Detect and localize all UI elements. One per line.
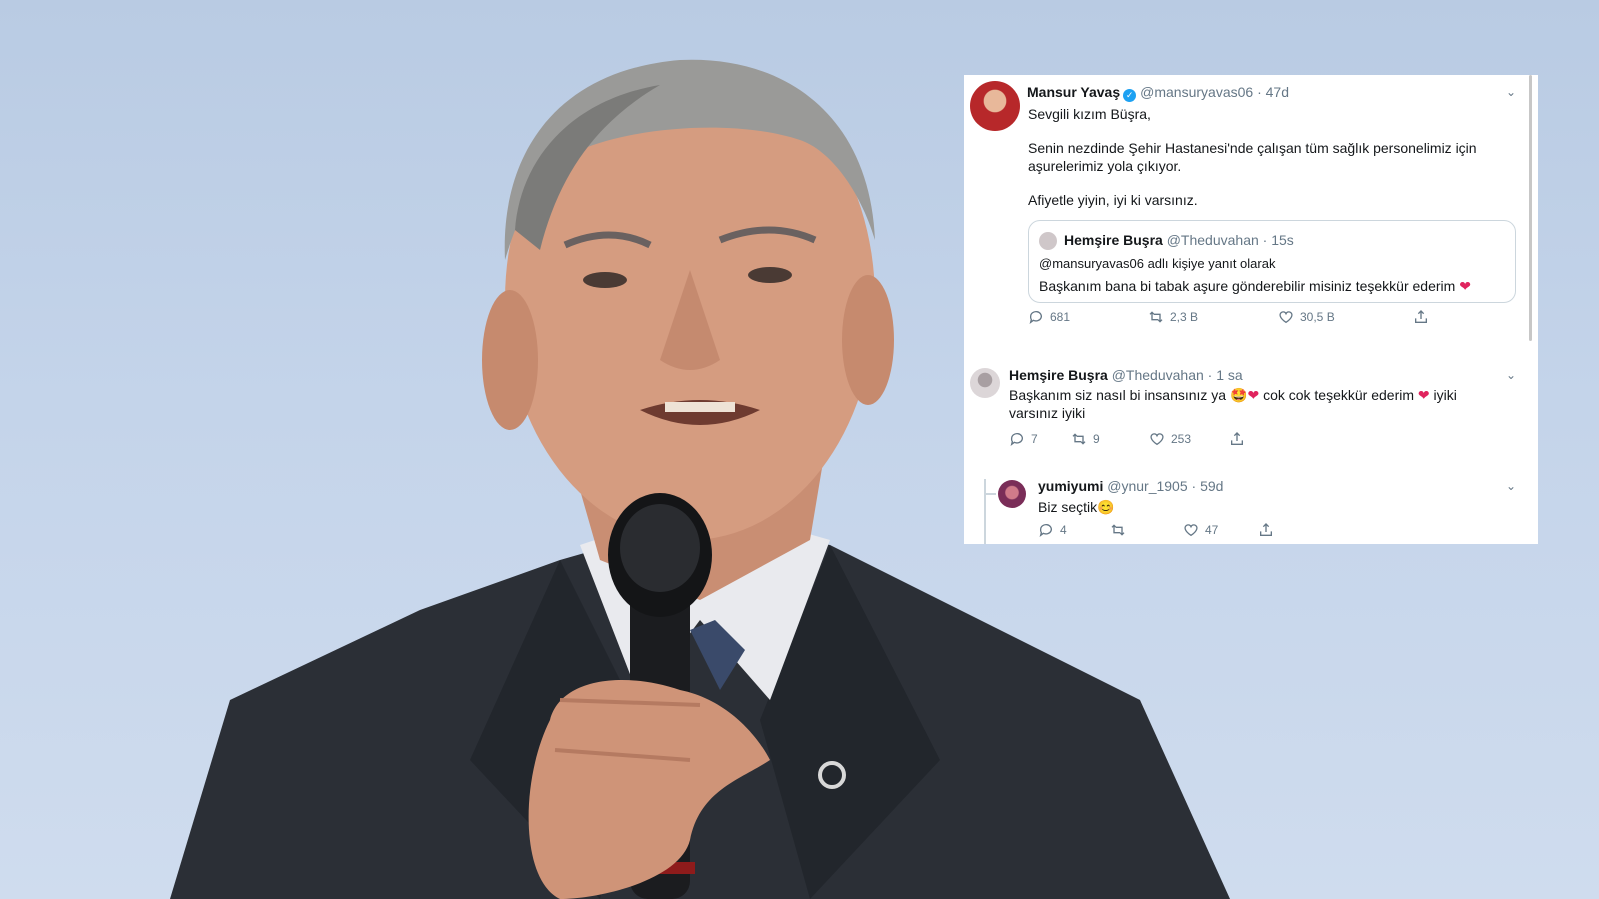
author-handle[interactable]: @Theduvahan (1112, 367, 1204, 383)
reply-tweet[interactable]: Hemşire Buşra @Theduvahan · 1 sa ⌄ Başka… (964, 360, 1538, 455)
reply-count: 7 (1031, 432, 1038, 446)
share-button[interactable] (1229, 431, 1245, 447)
avatar[interactable] (970, 368, 1000, 398)
tweet-text-part: varsınız iyiki (1009, 405, 1086, 421)
tweet-line: Afiyetle yiyin, iyi ki varsınız. (1028, 192, 1198, 208)
share-icon (1231, 432, 1243, 445)
share-button[interactable] (1413, 309, 1429, 325)
retweet-count: 2,3 B (1170, 310, 1199, 324)
quote-header: Hemşire Buşra @Theduvahan · 15s (1064, 232, 1294, 248)
retweet-button[interactable]: 9 (1071, 431, 1100, 447)
verified-badge-icon: ✓ (1123, 89, 1137, 102)
like-button[interactable]: 253 (1149, 431, 1191, 447)
reply-button[interactable]: 681 (1028, 309, 1070, 325)
tweet-line: aşurelerimiz yola çıkıyor. (1028, 158, 1182, 174)
tweet-text-part: iyiki (1433, 387, 1457, 403)
quote-text: Başkanım bana bi tabak aşure gönderebili… (1039, 277, 1509, 295)
reply-count: 4 (1060, 523, 1067, 537)
tweet-text: Sevgili kızım Büşra, Senin nezdinde Şehi… (1028, 105, 1518, 209)
retweet-icon (1111, 524, 1125, 536)
chevron-down-icon[interactable]: ⌄ (1506, 368, 1516, 382)
tweet-header: yumiyumi @ynur_1905 · 59d (1038, 478, 1223, 494)
like-count: 30,5 B (1300, 310, 1335, 324)
tweet-screenshot: Mansur Yavaş ✓ @mansuryavas06 · 47d ⌄ Sevg… (964, 75, 1538, 544)
author-handle[interactable]: @ynur_1905 (1107, 478, 1187, 494)
author-name[interactable]: yumiyumi (1038, 478, 1103, 494)
tweet-text-part: Başkanım siz nasıl bi insansınız ya (1009, 387, 1227, 403)
star-struck-emoji-icon: 🤩 (1230, 387, 1248, 403)
reply-button[interactable]: 4 (1038, 522, 1067, 538)
tweet-text: Başkanım siz nasıl bi insansınız ya 🤩❤ c… (1009, 386, 1514, 422)
like-count: 47 (1205, 523, 1219, 537)
tweet-header: Hemşire Buşra @Theduvahan · 1 sa (1009, 367, 1243, 383)
share-icon (1415, 310, 1427, 323)
retweet-icon (1149, 311, 1163, 323)
quote-handle[interactable]: @Theduvahan · 15s (1167, 232, 1294, 248)
author-name[interactable]: Mansur Yavaş (1027, 84, 1120, 100)
quote-author-name[interactable]: Hemşire Buşra (1064, 232, 1163, 248)
tweet-line: Senin nezdinde Şehir Hastanesi'nde çalış… (1028, 140, 1477, 156)
tweet-time[interactable]: · 47d (1257, 84, 1289, 100)
heart-icon (1279, 311, 1293, 324)
tweet-actions: 7 9 253 (1009, 431, 1489, 451)
reply-button[interactable]: 7 (1009, 431, 1038, 447)
author-handle[interactable]: @mansuryavas06 (1140, 84, 1253, 100)
avatar[interactable] (970, 81, 1020, 131)
reply-icon (1029, 311, 1042, 324)
tweet-time[interactable]: · 1 sa (1208, 367, 1243, 383)
tweet-text-part: Biz seçtik (1038, 499, 1098, 515)
heart-emoji-icon: ❤ (1459, 278, 1471, 294)
smiling-emoji-icon: 😊 (1097, 499, 1115, 515)
heart-icon (1150, 433, 1164, 446)
reply-count: 681 (1050, 310, 1071, 324)
heart-icon (1184, 524, 1198, 537)
heart-emoji-icon: ❤ (1417, 387, 1430, 403)
tweet-text-part: cok cok teşekkür ederim (1263, 387, 1415, 403)
tweet-time[interactable]: · 59d (1192, 478, 1224, 494)
share-icon (1260, 523, 1272, 536)
tweet-actions: 4 47 (1038, 522, 1498, 542)
chevron-down-icon[interactable]: ⌄ (1506, 85, 1516, 99)
reply-tweet[interactable]: yumiyumi @ynur_1905 · 59d ⌄ Biz seçtik😊 … (964, 465, 1538, 544)
reply-icon (1039, 524, 1052, 537)
retweet-button[interactable] (1110, 522, 1132, 538)
quoted-tweet[interactable]: Hemşire Buşra @Theduvahan · 15s @mansury… (1028, 220, 1516, 303)
main-tweet[interactable]: Mansur Yavaş ✓ @mansuryavas06 · 47d ⌄ Sevg… (964, 75, 1538, 350)
tweet-line: Sevgili kızım Büşra, (1028, 106, 1151, 122)
retweet-button[interactable]: 2,3 B (1148, 309, 1198, 325)
share-button[interactable] (1258, 522, 1274, 538)
author-name[interactable]: Hemşire Buşra (1009, 367, 1108, 383)
heart-emoji-icon: ❤ (1247, 387, 1260, 403)
quote-text-content: Başkanım bana bi tabak aşure gönderebili… (1039, 278, 1456, 294)
retweet-icon (1072, 433, 1086, 445)
avatar[interactable] (1039, 232, 1057, 250)
like-button[interactable]: 30,5 B (1278, 309, 1335, 325)
chevron-down-icon[interactable]: ⌄ (1506, 479, 1516, 493)
like-button[interactable]: 47 (1183, 522, 1218, 538)
retweet-count: 9 (1093, 432, 1100, 446)
reply-context[interactable]: @mansuryavas06 adlı kişiye yanıt olarak (1039, 255, 1275, 273)
avatar[interactable] (998, 480, 1026, 508)
like-count: 253 (1171, 432, 1192, 446)
tweet-header: Mansur Yavaş ✓ @mansuryavas06 · 47d (1027, 84, 1289, 102)
tweet-text: Biz seçtik😊 (1038, 498, 1115, 516)
reply-icon (1010, 433, 1023, 446)
tweet-actions: 681 2,3 B 30,5 B (1028, 309, 1508, 329)
